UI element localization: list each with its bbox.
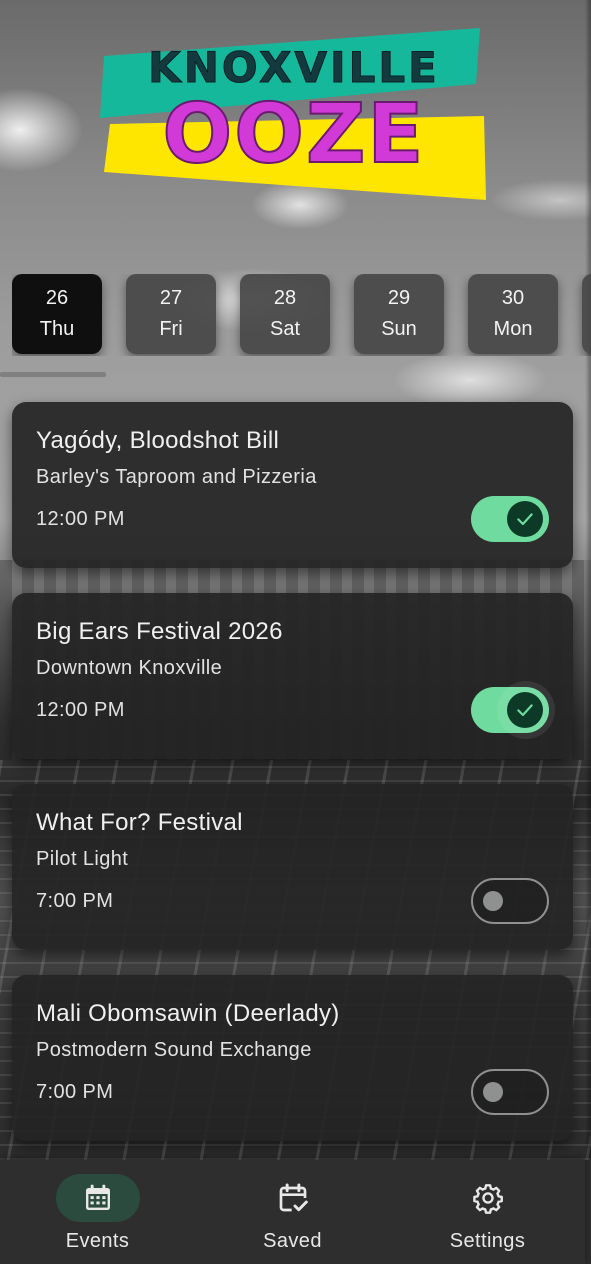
date-chip-day: 28 xyxy=(273,287,297,309)
checkmark-icon xyxy=(517,704,533,717)
event-title: Big Ears Festival 2026 xyxy=(36,618,283,645)
toggle-knob xyxy=(483,1082,503,1102)
date-chip-next[interactable] xyxy=(582,274,591,354)
event-venue: Pilot Light xyxy=(36,848,129,870)
gear-icon xyxy=(472,1184,503,1214)
save-event-toggle[interactable] xyxy=(471,681,555,739)
event-venue: Postmodern Sound Exchange xyxy=(36,1039,312,1061)
save-event-toggle[interactable] xyxy=(471,496,549,542)
toggle-knob xyxy=(507,501,543,537)
app-logo: KNOXVILLE OOZE xyxy=(100,28,486,200)
nav-settings[interactable]: Settings xyxy=(390,1160,585,1264)
date-chip-day: 27 xyxy=(159,287,183,309)
nav-saved-label: Saved xyxy=(263,1230,322,1252)
app-screen: KNOXVILLE OOZE 26 Thu 27 Fri 28 Sat 29 S… xyxy=(0,0,591,1264)
nav-events[interactable]: Events xyxy=(0,1160,195,1264)
save-event-toggle[interactable] xyxy=(471,878,549,924)
date-chip-26[interactable]: 26 Thu xyxy=(12,274,102,354)
save-event-toggle[interactable] xyxy=(471,1069,549,1115)
date-chip-27[interactable]: 27 Fri xyxy=(126,274,216,354)
event-card[interactable]: Big Ears Festival 2026 Downtown Knoxvill… xyxy=(12,593,573,759)
date-selector: 26 Thu 27 Fri 28 Sat 29 Sun 30 Mon xyxy=(12,274,591,356)
checkmark-icon xyxy=(517,513,533,526)
event-time: 7:00 PM xyxy=(36,890,114,912)
event-venue: Barley's Taproom and Pizzeria xyxy=(36,466,317,488)
logo-text-ooze: OOZE xyxy=(163,87,426,182)
date-chip-28[interactable]: 28 Sat xyxy=(240,274,330,354)
date-chip-weekday: Sat xyxy=(269,318,301,340)
bottom-navigation: Events Saved Settings xyxy=(0,1160,585,1264)
event-venue: Downtown Knoxville xyxy=(36,657,223,679)
date-scroll-indicator[interactable] xyxy=(0,372,106,377)
date-chip-weekday: Fri xyxy=(159,318,183,340)
event-title: Mali Obomsawin (Deerlady) xyxy=(36,1000,340,1027)
event-time: 12:00 PM xyxy=(36,508,125,530)
date-chip-day: 30 xyxy=(501,287,525,309)
calendar-check-icon xyxy=(279,1183,308,1212)
date-chip-29[interactable]: 29 Sun xyxy=(354,274,444,354)
calendar-icon xyxy=(85,1184,110,1210)
logo-text-knoxville: KNOXVILLE xyxy=(148,43,440,92)
toggle-knob xyxy=(483,891,503,911)
date-chip-day: 29 xyxy=(387,287,411,309)
nav-events-label: Events xyxy=(65,1230,130,1252)
event-time: 12:00 PM xyxy=(36,699,125,721)
date-chip-day: 26 xyxy=(45,287,69,309)
date-chip-weekday: Sun xyxy=(381,318,417,340)
event-card[interactable]: What For? Festival Pilot Light 7:00 PM xyxy=(12,784,573,950)
date-chip-30[interactable]: 30 Mon xyxy=(468,274,558,354)
event-title: Yagódy, Bloodshot Bill xyxy=(36,427,280,454)
nav-saved[interactable]: Saved xyxy=(195,1160,390,1264)
toggle-knob xyxy=(507,692,543,728)
date-chip-weekday: Thu xyxy=(39,318,75,340)
date-chip-weekday: Mon xyxy=(493,318,533,340)
event-card[interactable]: Yagódy, Bloodshot Bill Barley's Taproom … xyxy=(12,402,573,568)
event-time: 7:00 PM xyxy=(36,1081,114,1103)
event-title: What For? Festival xyxy=(36,809,243,836)
event-card[interactable]: Mali Obomsawin (Deerlady) Postmodern Sou… xyxy=(12,975,573,1141)
scrollbar-track xyxy=(585,0,591,1160)
nav-settings-label: Settings xyxy=(449,1230,526,1252)
